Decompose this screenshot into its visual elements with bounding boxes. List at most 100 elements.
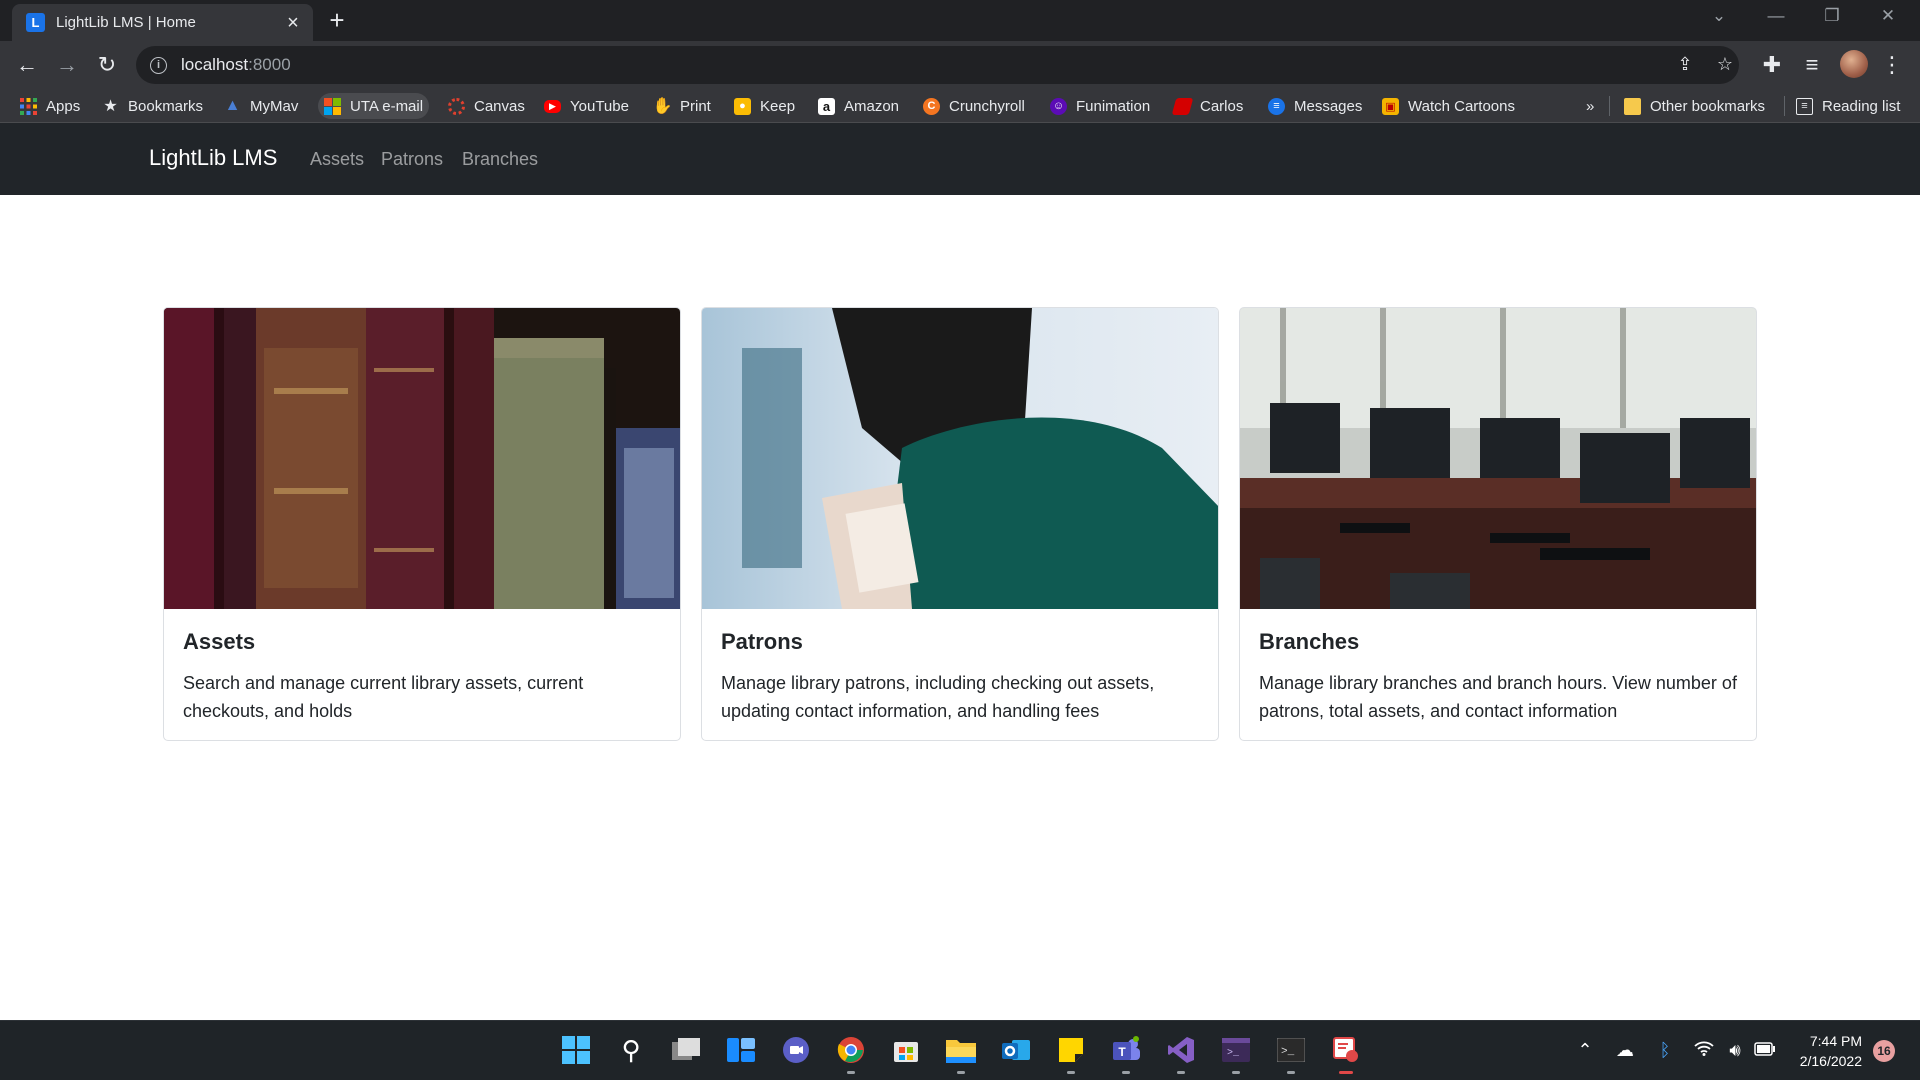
visual-studio-icon[interactable] <box>1165 1034 1197 1066</box>
tab-search-chevron-icon[interactable]: ⌄ <box>1699 6 1739 26</box>
bookmark-label: Print <box>680 97 711 115</box>
running-indicator <box>847 1071 855 1074</box>
reading-list-button[interactable]: ≡ Reading list <box>1790 93 1906 119</box>
computer-lab-photo <box>1240 308 1756 609</box>
new-tab-plus-icon[interactable]: + <box>325 7 349 33</box>
bookmark-mymav[interactable]: ▲ MyMav <box>218 93 304 119</box>
notification-count-badge[interactable]: 16 <box>1873 1040 1895 1062</box>
show-hidden-icons-chevron-icon[interactable]: ⌃ <box>1573 1040 1597 1061</box>
taskbar-clock[interactable]: 7:44 PM 2/16/2022 <box>1786 1031 1862 1071</box>
bookmark-label: Apps <box>46 97 81 115</box>
snipping-tool-icon[interactable] <box>1330 1034 1362 1066</box>
back-arrow-icon[interactable]: ← <box>12 50 42 80</box>
url-port: :8000 <box>248 55 291 74</box>
app-navbar: LightLib LMS Assets Patrons Branches <box>0 123 1920 195</box>
reading-list-label: Reading list <box>1822 97 1901 115</box>
minimize-icon[interactable]: — <box>1756 6 1796 26</box>
nav-link-assets[interactable]: Assets <box>310 149 364 170</box>
bookmark-label: Funimation <box>1076 97 1151 115</box>
bookmark-canvas[interactable]: Canvas <box>442 93 531 119</box>
widgets-icon[interactable] <box>725 1034 757 1066</box>
chrome-menu-kebab-icon[interactable]: ⋮ <box>1877 50 1907 80</box>
teams-icon[interactable]: T <box>1110 1034 1142 1066</box>
amazon-icon: a <box>818 97 835 115</box>
volume-icon[interactable]: 🔊︎ <box>1723 1040 1747 1061</box>
search-icon[interactable]: ⚲ <box>615 1034 647 1066</box>
windows-taskbar: ⚲ T >_ >_ ⌃ ☁ ᛒ 🔊︎ 7:44 PM 2/16/2022 16 <box>0 1020 1920 1080</box>
cartoons-icon: ▣ <box>1382 97 1399 115</box>
reload-icon[interactable]: ↻ <box>92 50 122 80</box>
messages-icon: ≡ <box>1268 97 1285 115</box>
bookmark-uta-email[interactable]: UTA e-mail <box>318 93 430 119</box>
restore-icon[interactable]: ❐ <box>1812 6 1852 26</box>
bookmark-label: Amazon <box>844 97 900 115</box>
brand-link[interactable]: LightLib LMS <box>149 145 277 171</box>
lightlib-favicon-icon: L <box>26 13 45 32</box>
bookmark-star-icon[interactable]: ☆ <box>1713 54 1737 75</box>
bookmark-crunchyroll[interactable]: C Crunchyroll <box>917 93 1031 119</box>
bookmark-watch-cartoons[interactable]: ▣ Watch Cartoons <box>1376 93 1521 119</box>
youtube-icon: ▶ <box>544 99 561 113</box>
profile-avatar[interactable] <box>1840 50 1868 78</box>
windows-start-icon[interactable] <box>560 1034 592 1066</box>
card-text: Manage library patrons, including checki… <box>721 673 1155 721</box>
bluetooth-icon[interactable]: ᛒ <box>1653 1040 1677 1061</box>
onedrive-cloud-icon[interactable]: ☁ <box>1613 1040 1637 1061</box>
tab-close-icon[interactable]: × <box>283 13 303 33</box>
funimation-icon: ☺ <box>1050 97 1067 115</box>
bookmark-label: Crunchyroll <box>949 97 1025 115</box>
keep-icon: ● <box>734 97 751 115</box>
card-assets[interactable]: Assets Search and manage current library… <box>163 307 681 741</box>
card-title: Patrons <box>721 629 803 654</box>
nav-link-branches[interactable]: Branches <box>462 149 538 170</box>
file-explorer-icon[interactable] <box>945 1034 977 1066</box>
bookmark-funimation[interactable]: ☺ Funimation <box>1044 93 1156 119</box>
bookmark-apps[interactable]: Apps <box>14 93 86 119</box>
bookmarks-overflow-chevron-icon[interactable]: » <box>1580 93 1600 119</box>
star-icon: ★ <box>103 98 118 115</box>
sticky-notes-icon[interactable] <box>1055 1034 1087 1066</box>
browser-tab-active[interactable]: L LightLib LMS | Home × <box>12 4 313 41</box>
running-indicator <box>1287 1071 1295 1074</box>
nav-link-patrons[interactable]: Patrons <box>381 149 443 170</box>
microsoft-store-icon[interactable] <box>890 1034 922 1066</box>
bookmark-label: UTA e-mail <box>350 97 424 115</box>
svg-text:>_: >_ <box>1227 1048 1240 1059</box>
mymav-icon: ▲ <box>224 97 241 114</box>
crunchyroll-icon: C <box>923 97 940 115</box>
bookmark-amazon[interactable]: a Amazon <box>812 93 905 119</box>
folder-icon <box>1624 97 1641 115</box>
extensions-puzzle-icon[interactable]: ✚ <box>1757 50 1787 80</box>
teams-chat-icon[interactable] <box>780 1034 812 1066</box>
battery-icon[interactable] <box>1753 1040 1777 1061</box>
share-icon[interactable]: ⇪ <box>1673 54 1697 75</box>
forward-arrow-icon[interactable]: → <box>52 50 82 80</box>
bookmark-youtube[interactable]: ▶ YouTube <box>538 93 635 119</box>
bookmark-bookmarks[interactable]: ★ Bookmarks <box>96 93 209 119</box>
bookmark-label: Messages <box>1294 97 1363 115</box>
bookmark-keep[interactable]: ● Keep <box>728 93 801 119</box>
media-queue-icon[interactable]: ≡ <box>1797 50 1827 80</box>
card-branches[interactable]: Branches Manage library branches and bra… <box>1239 307 1757 741</box>
old-books-photo <box>164 308 680 609</box>
print-icon: ✋ <box>652 98 673 115</box>
task-view-icon[interactable] <box>670 1034 702 1066</box>
bookmark-label: YouTube <box>570 97 629 115</box>
wifi-icon[interactable] <box>1692 1040 1716 1061</box>
bookmark-label: Watch Cartoons <box>1408 97 1515 115</box>
url-host: localhost <box>181 55 249 74</box>
card-patrons[interactable]: Patrons Manage library patrons, includin… <box>701 307 1219 741</box>
bookmark-label: Carlos <box>1200 97 1244 115</box>
close-window-icon[interactable]: ✕ <box>1868 6 1908 26</box>
bookmark-messages[interactable]: ≡ Messages <box>1262 93 1368 119</box>
bookmark-other-bookmarks[interactable]: Other bookmarks <box>1618 93 1771 119</box>
chrome-icon[interactable] <box>835 1034 867 1066</box>
bookmarks-bar: Apps ★ Bookmarks ▲ MyMav UTA e-mail Canv… <box>0 89 1920 123</box>
windows-terminal-icon[interactable]: >_ <box>1275 1034 1307 1066</box>
address-bar[interactable]: i localhost:8000 ⇪ ☆ <box>136 46 1739 84</box>
site-info-icon[interactable]: i <box>150 56 167 74</box>
bookmark-print[interactable]: ✋ Print <box>648 93 717 119</box>
bookmark-carlos[interactable]: Carlos <box>1168 93 1249 119</box>
terminal-purple-icon[interactable]: >_ <box>1220 1034 1252 1066</box>
outlook-icon[interactable] <box>1000 1034 1032 1066</box>
